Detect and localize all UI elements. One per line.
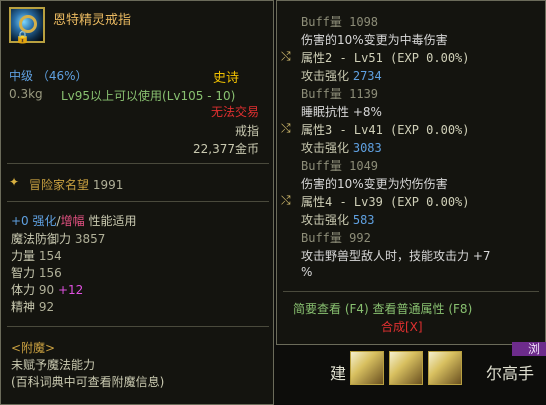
trade-status: 无法交易 [210, 105, 259, 119]
background-tab-text: 浏 [528, 342, 541, 356]
attribute-line: 属性3 - Lv41 (EXP 0.00%) [301, 123, 470, 137]
skill-slot-icon[interactable] [350, 351, 384, 385]
stat-row: 智力 156 [11, 264, 62, 281]
stat-row: 精神 92 [11, 298, 54, 315]
enhance-type: 性能适用 [88, 214, 137, 228]
item-weight: 0.3kg [9, 87, 43, 101]
enhance-label: 强化 [32, 214, 57, 228]
buff-value: Buff量 1139 [301, 87, 379, 101]
divider [7, 163, 269, 164]
skill-slot-icon[interactable] [428, 351, 462, 385]
option-text: 攻击野兽型敌人时，技能攻击力 +7 [301, 249, 491, 263]
item-name: 恩特精灵戒指 [53, 13, 132, 28]
view-toggle-link[interactable]: 简要查看 (F4) 查看普通属性 (F8) [293, 300, 472, 317]
level-requirement: Lv95以上可以使用(Lv105 - 10) [61, 89, 236, 103]
divider [283, 291, 539, 292]
fame-value: 1991 [92, 178, 124, 192]
attack-enhance-value: 2734 [352, 69, 382, 83]
attack-enhance: 攻击强化 583 [301, 211, 375, 228]
stat-label: 魔法防御力 [11, 232, 72, 246]
stat-value: 92 [38, 300, 55, 314]
item-tooltip-panel: 🔒 恩特精灵戒指 中级 （46%） 史诗 0.3kg Lv95以上可以使用(Lv… [0, 0, 274, 405]
enchant-status: 未赋予魔法能力 [11, 358, 96, 372]
option-text: 伤害的10%变更为灼伤伤害 [301, 177, 448, 191]
buff-value: Buff量 992 [301, 231, 371, 245]
attack-enhance-label: 攻击强化 [301, 213, 350, 227]
close-button[interactable]: 合成[X] [381, 318, 423, 335]
enhance-line: +0 强化/增幅 性能适用 [11, 212, 136, 229]
attack-enhance: 攻击强化 3083 [301, 139, 382, 156]
item-header: 🔒 恩特精灵戒指 [1, 1, 273, 55]
background-tab: 浏 [512, 342, 546, 356]
background-text: 尔高手 [486, 364, 535, 383]
buff-value: Buff量 1098 [301, 15, 379, 29]
stat-row: 力量 154 [11, 247, 62, 264]
item-grade: 中级 （46%） [9, 69, 88, 83]
divider [7, 326, 269, 327]
stat-label: 智力 [11, 266, 36, 280]
fame-icon: ✦ [9, 175, 20, 189]
item-rarity: 史诗 [212, 71, 239, 86]
stat-value: 90 [38, 283, 55, 297]
attack-enhance-value: 3083 [352, 141, 382, 155]
stat-value: 3857 [74, 232, 106, 246]
stat-label: 体力 [11, 283, 36, 297]
amplify-label: 增幅 [60, 214, 85, 228]
item-options-panel: Buff量 1098 伤害的10%变更为中毒伤害 ⤭ 属性2 - Lv51 (E… [276, 0, 546, 345]
attribute-line: 属性2 - Lv51 (EXP 0.00%) [301, 51, 470, 65]
enchant-hint: (百科词典中可查看附魔信息) [11, 375, 165, 389]
stat-row: 体力 90 +12 [11, 281, 83, 298]
item-price: 22,377金币 [193, 142, 259, 156]
attack-enhance-label: 攻击强化 [301, 69, 350, 83]
enchant-title: <附魔> [11, 341, 56, 355]
divider [7, 201, 269, 202]
attack-enhance-value: 583 [352, 213, 375, 227]
option-text: % [301, 265, 313, 279]
item-type: 戒指 [234, 124, 259, 138]
stat-label: 精神 [11, 300, 36, 314]
buff-value: Buff量 1049 [301, 159, 379, 173]
adventurer-fame: 冒险家名望 1991 [29, 176, 123, 193]
option-text: 睡眠抗性 +8% [301, 105, 382, 119]
stat-value: 156 [38, 266, 62, 280]
attribute-line: 属性4 - Lv39 (EXP 0.00%) [301, 195, 470, 209]
enhance-value: +0 [11, 214, 29, 228]
attack-enhance: 攻击强化 2734 [301, 67, 382, 84]
stat-value: 154 [38, 249, 62, 263]
stat-bonus: +12 [57, 283, 84, 297]
stat-label: 力量 [11, 249, 36, 263]
lock-icon: 🔒 [15, 30, 30, 44]
shuffle-icon: ⤭ [281, 49, 291, 63]
shuffle-icon: ⤭ [281, 193, 291, 207]
skill-slot-icon[interactable] [389, 351, 423, 385]
fame-label: 冒险家名望 [29, 178, 90, 192]
stat-row: 魔法防御力 3857 [11, 230, 105, 247]
attack-enhance-label: 攻击强化 [301, 141, 350, 155]
option-text: 伤害的10%变更为中毒伤害 [301, 33, 448, 47]
background-text: 建 [330, 364, 347, 383]
shuffle-icon: ⤭ [281, 121, 291, 135]
